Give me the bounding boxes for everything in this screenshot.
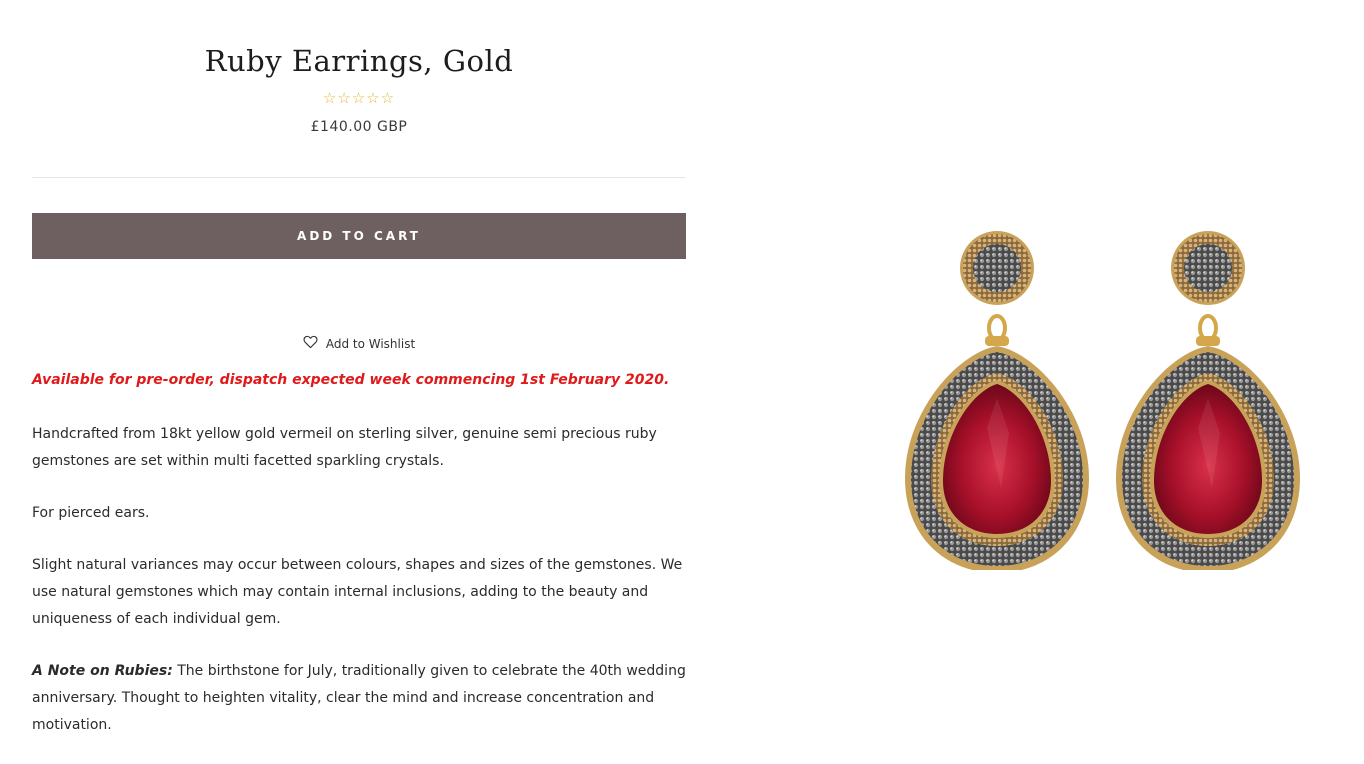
heart-icon xyxy=(303,335,318,352)
description-paragraph: For pierced ears. xyxy=(32,505,150,521)
rubies-note: A Note on Rubies: The birthstone for Jul… xyxy=(32,658,686,739)
preorder-notice: Available for pre-order, dispatch expect… xyxy=(32,372,670,388)
wishlist-label: Add to Wishlist xyxy=(325,336,416,351)
divider xyxy=(32,177,686,178)
product-price: £140.00 GBP xyxy=(310,119,408,135)
rating-stars[interactable]: ☆☆☆☆☆ xyxy=(32,89,686,107)
add-to-cart-button[interactable]: ADD TO CART xyxy=(32,213,686,259)
rubies-note-label: A Note on Rubies: xyxy=(32,663,173,679)
add-to-wishlist-link[interactable]: Add to Wishlist xyxy=(32,335,686,352)
product-title: Ruby Earrings, Gold xyxy=(204,44,514,78)
product-image[interactable] xyxy=(900,220,1304,575)
description-paragraph: Slight natural variances may occur betwe… xyxy=(32,557,683,627)
description-paragraph: Handcrafted from 18kt yellow gold vermei… xyxy=(32,426,657,469)
product-description: Handcrafted from 18kt yellow gold vermei… xyxy=(32,421,686,764)
left-earring xyxy=(903,229,1091,575)
right-earring xyxy=(1114,229,1302,575)
